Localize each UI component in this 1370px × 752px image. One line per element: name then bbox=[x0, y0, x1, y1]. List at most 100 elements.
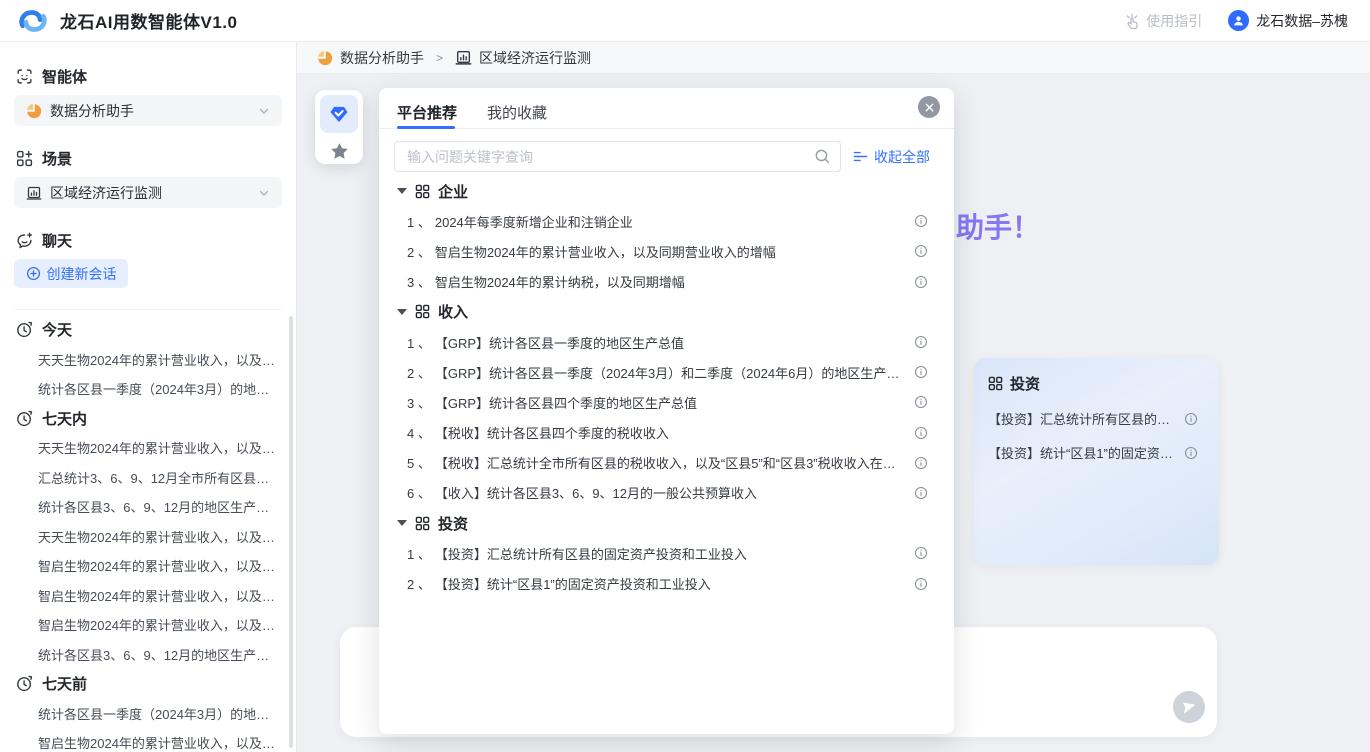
app-title: 龙石AI用数智能体V1.0 bbox=[60, 8, 237, 33]
history-group-today: 今天 bbox=[0, 315, 288, 345]
question-item[interactable]: 【GRP】统计各区县一季度（2024年3月）和二季度（2024年6月）的地区生产… bbox=[397, 357, 928, 387]
breadcrumb-agent[interactable]: 数据分析助手 bbox=[317, 48, 424, 68]
chevron-down-icon bbox=[258, 105, 270, 117]
user-name: 龙石数据–苏槐 bbox=[1256, 11, 1348, 31]
question-item[interactable]: 【税收】统计各区县四个季度的税收收入 bbox=[397, 418, 928, 448]
question-item[interactable]: 【收入】统计各区县3、6、9、12月的一般公共预算收入 bbox=[397, 478, 928, 508]
card-title: 投资 bbox=[1010, 373, 1040, 394]
info-icon[interactable] bbox=[914, 365, 928, 379]
history-item[interactable]: 智启生物2024年的累计营业收入，以及同期... bbox=[0, 551, 288, 581]
favorites-panel-button[interactable] bbox=[320, 138, 358, 164]
triangle-down-icon bbox=[397, 188, 407, 194]
star-icon bbox=[329, 141, 350, 162]
pie-chart-icon bbox=[317, 50, 333, 66]
info-icon[interactable] bbox=[914, 214, 928, 228]
sidebar: 智能体 数据分析助手 场景 bbox=[0, 42, 297, 752]
clock-history-icon bbox=[16, 675, 33, 692]
panel-tabs: 平台推荐 我的收藏 bbox=[379, 88, 954, 129]
suggestion-card-investment: 投资 【投资】汇总统计所有区县的固定... 【投资】统计“区县1”的固定资产投.… bbox=[974, 358, 1219, 565]
breadcrumb-scene[interactable]: 区域经济运行监测 bbox=[455, 48, 591, 68]
info-icon[interactable] bbox=[914, 577, 928, 591]
recommend-panel: 平台推荐 我的收藏 bbox=[379, 88, 954, 734]
info-icon[interactable] bbox=[914, 395, 928, 409]
clock-history-icon bbox=[16, 321, 33, 338]
question-item[interactable]: 2024年每季度新增企业和注销企业 bbox=[397, 206, 928, 236]
grid-icon bbox=[415, 304, 430, 319]
history-group-7days: 七天内 bbox=[0, 404, 288, 434]
info-icon[interactable] bbox=[914, 335, 928, 349]
triangle-down-icon bbox=[397, 309, 407, 315]
section-header-enterprise[interactable]: 企业 bbox=[397, 176, 928, 206]
info-icon[interactable] bbox=[914, 426, 928, 440]
question-search bbox=[394, 141, 841, 172]
chevron-down-icon bbox=[258, 187, 270, 199]
tab-platform-recommend[interactable]: 平台推荐 bbox=[397, 102, 457, 128]
sidebar-scrollbar[interactable] bbox=[289, 316, 293, 748]
history-item[interactable]: 天天生物2024年的累计营业收入，以及同期... bbox=[0, 345, 288, 375]
search-input[interactable] bbox=[394, 141, 841, 172]
history-group-7days-ago: 七天前 bbox=[0, 669, 288, 699]
user-avatar bbox=[1228, 10, 1249, 31]
info-icon[interactable] bbox=[1184, 446, 1198, 460]
section-header-investment[interactable]: 投资 bbox=[397, 508, 928, 538]
agent-select[interactable]: 数据分析助手 bbox=[14, 95, 282, 126]
grid-icon bbox=[988, 376, 1003, 391]
question-item[interactable]: 【投资】统计“区县1”的固定资产投资和工业投入 bbox=[397, 568, 928, 598]
section-header-income[interactable]: 收入 bbox=[397, 297, 928, 327]
top-header: 龙石AI用数智能体V1.0 使用指引 龙石 bbox=[0, 0, 1370, 42]
history-item[interactable]: 统计各区县一季度（2024年3月）的地区生... bbox=[0, 699, 288, 729]
card-question[interactable]: 【投资】汇总统计所有区县的固定... bbox=[988, 409, 1205, 428]
welcome-text: 助手！ bbox=[956, 206, 1040, 246]
grid-plus-icon bbox=[16, 150, 33, 167]
info-icon[interactable] bbox=[914, 244, 928, 258]
question-item[interactable]: 【GRP】统计各区县一季度的地区生产总值 bbox=[397, 327, 928, 357]
info-icon[interactable] bbox=[1184, 412, 1198, 426]
breadcrumb-separator: > bbox=[432, 51, 447, 65]
history-item[interactable]: 智启生物2024年的累计营业收入，以及同期... bbox=[0, 610, 288, 640]
grid-icon bbox=[415, 516, 430, 531]
new-chat-button[interactable]: 创建新会话 bbox=[14, 259, 128, 288]
tap-hand-icon bbox=[1124, 13, 1140, 29]
triangle-down-icon bbox=[397, 520, 407, 526]
active-tab-underline bbox=[397, 126, 455, 129]
usage-guide-link[interactable]: 使用指引 bbox=[1124, 11, 1202, 31]
history-item[interactable]: 天天生物2024年的累计营业收入，以及同期... bbox=[0, 522, 288, 552]
chat-section-label: 聊天 bbox=[0, 230, 296, 250]
question-item[interactable]: 【税收】汇总统计全市所有区县的税收收入，以及“区县5”和“区县3”税收收入在全市… bbox=[397, 448, 928, 478]
collapse-all-button[interactable]: 收起全部 bbox=[853, 147, 930, 167]
info-icon[interactable] bbox=[914, 275, 928, 289]
user-menu[interactable]: 龙石数据–苏槐 bbox=[1228, 10, 1348, 31]
history-item[interactable]: 统计各区县一季度（2024年3月）的地区生... bbox=[0, 374, 288, 404]
doc-chart-icon bbox=[26, 185, 42, 201]
search-icon[interactable] bbox=[814, 148, 831, 165]
gem-check-icon bbox=[328, 103, 350, 125]
history-item[interactable]: 统计各区县3、6、9、12月的地区生产总值... bbox=[0, 640, 288, 670]
history-item[interactable]: 统计各区县3、6、9、12月的地区生产总值... bbox=[0, 492, 288, 522]
info-icon[interactable] bbox=[914, 456, 928, 470]
question-item[interactable]: 智启生物2024年的累计纳税，以及同期增幅 bbox=[397, 267, 928, 297]
app-logo-icon bbox=[16, 4, 50, 38]
history-item[interactable]: 天天生物2024年的累计营业收入，以及同期... bbox=[0, 433, 288, 463]
history-item[interactable]: 汇总统计3、6、9、12月全市所有区县的税... bbox=[0, 463, 288, 493]
paper-plane-icon bbox=[1181, 699, 1197, 715]
recommend-panel-button[interactable] bbox=[320, 95, 358, 133]
main-area: 助手！ 投资 【投资】汇总统计所有区县的固定... bbox=[297, 74, 1370, 752]
tab-my-favorites[interactable]: 我的收藏 bbox=[487, 102, 547, 128]
doc-chart-icon bbox=[455, 49, 472, 66]
info-icon[interactable] bbox=[914, 546, 928, 560]
agent-section-label: 智能体 bbox=[0, 66, 296, 86]
question-item[interactable]: 【GRP】统计各区县四个季度的地区生产总值 bbox=[397, 387, 928, 417]
card-question[interactable]: 【投资】统计“区县1”的固定资产投... bbox=[988, 443, 1205, 462]
question-item[interactable]: 智启生物2024年的累计营业收入，以及同期营业收入的增幅 bbox=[397, 236, 928, 266]
question-item[interactable]: 【投资】汇总统计所有区县的固定资产投资和工业投入 bbox=[397, 538, 928, 568]
usage-guide-label: 使用指引 bbox=[1146, 11, 1202, 31]
scene-select[interactable]: 区域经济运行监测 bbox=[14, 177, 282, 208]
scene-section-label: 场景 bbox=[0, 148, 296, 168]
new-chat-label: 创建新会话 bbox=[47, 264, 117, 284]
history-item[interactable]: 智启生物2024年的累计营业收入，以及同期... bbox=[0, 728, 288, 752]
send-button[interactable] bbox=[1173, 691, 1205, 723]
history-item[interactable]: 智启生物2024年的累计营业收入，以及同期... bbox=[0, 581, 288, 611]
info-icon[interactable] bbox=[914, 486, 928, 500]
clock-history-icon bbox=[16, 410, 33, 427]
pie-chart-icon bbox=[26, 103, 42, 119]
